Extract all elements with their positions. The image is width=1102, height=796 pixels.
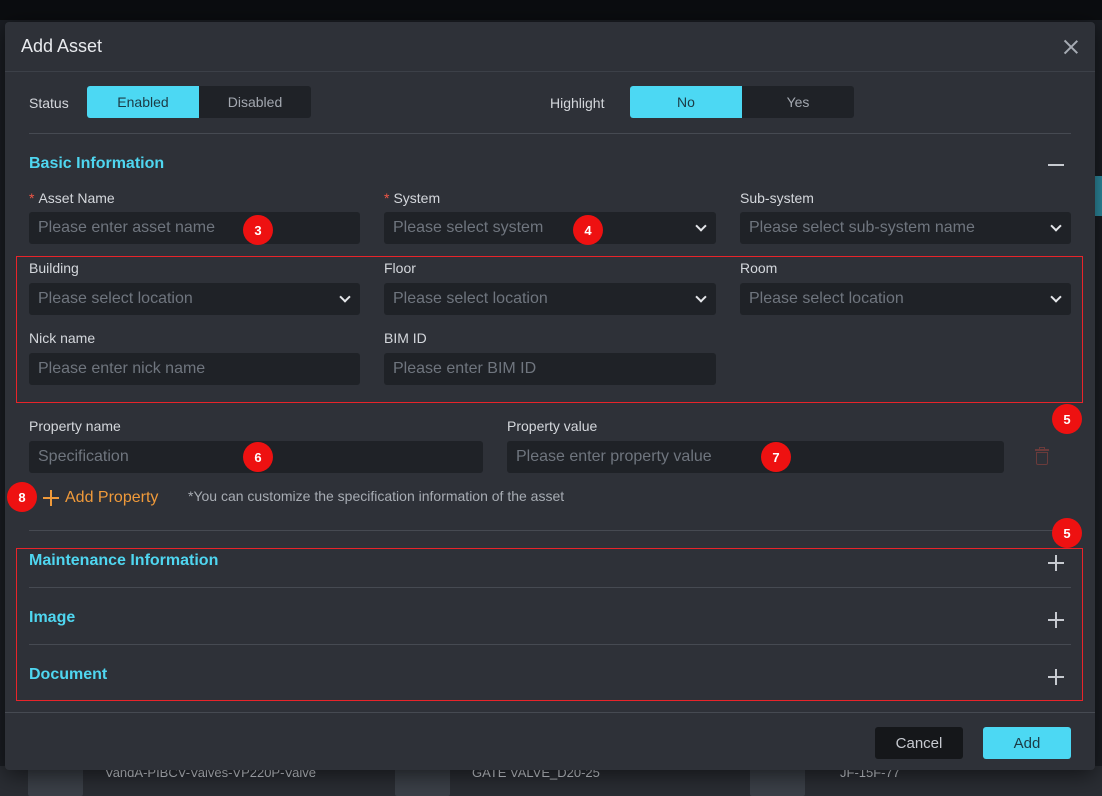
collapse-icon[interactable]: [1048, 164, 1064, 166]
floor-select[interactable]: Please select location: [384, 283, 716, 315]
property-value-input[interactable]: Please enter property value: [507, 441, 1004, 473]
building-label: Building: [29, 260, 79, 276]
chevron-down-icon: [1050, 291, 1062, 303]
asset-thumbnail: [395, 768, 450, 796]
dialog-title: Add Asset: [21, 36, 103, 56]
highlight-no-button[interactable]: No: [630, 86, 742, 118]
plus-icon: [43, 490, 59, 506]
system-select[interactable]: Please select system: [384, 212, 716, 244]
subsystem-label: Sub-system: [740, 190, 814, 206]
image-title[interactable]: Image: [29, 609, 75, 627]
add-asset-dialog: Add Asset Status Enabled Disabled Highli…: [5, 22, 1095, 770]
divider: [29, 644, 1071, 645]
add-button[interactable]: Add: [983, 727, 1071, 759]
annotation-badge: 3: [243, 215, 273, 245]
highlight-yes-button[interactable]: Yes: [742, 86, 854, 118]
room-select[interactable]: Please select location: [740, 283, 1071, 315]
annotation-box: [16, 548, 1083, 701]
property-name-label: Property name: [29, 418, 121, 434]
cancel-button[interactable]: Cancel: [875, 727, 963, 759]
close-icon[interactable]: [1063, 39, 1079, 55]
property-value-label: Property value: [507, 418, 598, 434]
maintenance-information-title[interactable]: Maintenance Information: [29, 552, 218, 570]
status-label: Status: [29, 95, 69, 111]
chevron-down-icon: [695, 220, 707, 232]
expand-icon[interactable]: [1048, 669, 1064, 685]
asset-name-label: * Asset Name: [29, 190, 115, 206]
footer-divider: [5, 712, 1095, 713]
bim-id-input[interactable]: Please enter BIM ID: [384, 353, 716, 385]
bim-id-label: BIM ID: [384, 330, 427, 346]
trash-icon[interactable]: [1034, 447, 1050, 465]
status-toggle: Enabled Disabled: [87, 86, 311, 118]
chevron-down-icon: [339, 291, 351, 303]
floor-label: Floor: [384, 260, 416, 276]
asset-thumbnail: [28, 768, 83, 796]
property-hint: *You can customize the specification inf…: [188, 488, 565, 504]
nickname-label: Nick name: [29, 330, 96, 346]
annotation-badge: 7: [761, 442, 791, 472]
room-label: Room: [740, 260, 778, 276]
subsystem-select[interactable]: Please select sub-system name: [740, 212, 1071, 244]
annotation-badge: 4: [573, 215, 603, 245]
divider: [29, 133, 1071, 134]
system-label: * System: [384, 190, 441, 206]
asset-name-input[interactable]: Please enter asset name: [29, 212, 360, 244]
expand-icon[interactable]: [1048, 612, 1064, 628]
building-select[interactable]: Please select location: [29, 283, 360, 315]
annotation-badge: 6: [243, 442, 273, 472]
status-enabled-button[interactable]: Enabled: [87, 86, 199, 118]
annotation-badge: 5: [1052, 404, 1082, 434]
background-asset-list: VandA-PIBCV-Valves-VP220P-Valve GATE VAL…: [0, 765, 1102, 796]
highlight-label: Highlight: [550, 95, 605, 111]
add-property-button[interactable]: Add Property: [43, 489, 158, 507]
divider: [29, 530, 1071, 531]
divider: [29, 587, 1071, 588]
chevron-down-icon: [1050, 220, 1062, 232]
annotation-badge: 5: [1052, 518, 1082, 548]
highlight-toggle: No Yes: [630, 86, 854, 118]
status-disabled-button[interactable]: Disabled: [199, 86, 311, 118]
nickname-input[interactable]: Please enter nick name: [29, 353, 360, 385]
chevron-down-icon: [695, 291, 707, 303]
basic-information-title[interactable]: Basic Information: [29, 155, 164, 173]
background-tab: [1094, 176, 1102, 216]
expand-icon[interactable]: [1048, 555, 1064, 571]
dialog-header: Add Asset: [5, 22, 1095, 72]
asset-thumbnail: [750, 768, 805, 796]
annotation-badge: 8: [7, 482, 37, 512]
document-title[interactable]: Document: [29, 666, 107, 684]
